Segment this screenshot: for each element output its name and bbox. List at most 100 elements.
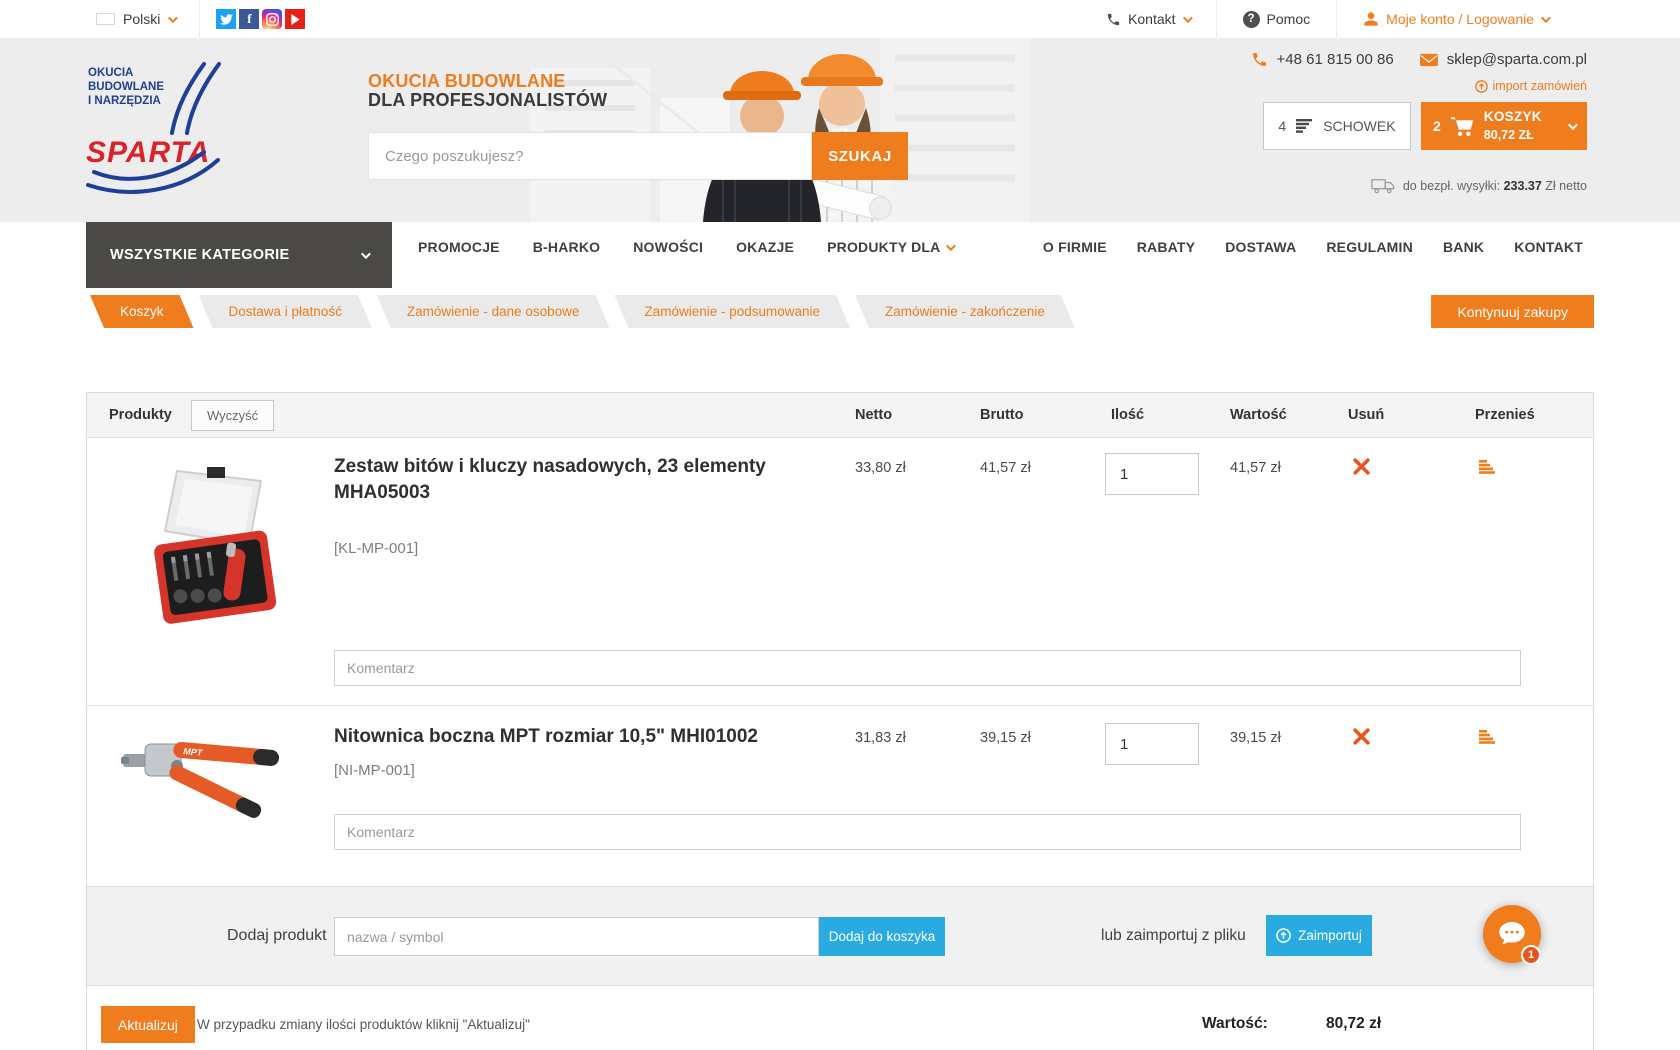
nav-item-o-firmie[interactable]: O FIRMIE [1043, 239, 1107, 255]
col-move: Przenieś [1475, 393, 1535, 438]
header: OKUCIA BUDOWLANE I NARZĘDZIA SPARTA OKUC… [0, 38, 1680, 222]
cart-label: KOSZYK [1484, 109, 1542, 124]
slogan-line2: DLA PROFESJONALISTÓW [368, 91, 607, 110]
col-netto: Netto [855, 393, 892, 438]
add-to-cart-button[interactable]: Dodaj do koszyka [819, 917, 945, 956]
topbar-right: Kontakt ? Pomoc Moje konto / Logowanie [1080, 0, 1574, 38]
product-code: [NI-MP-001] [334, 762, 415, 779]
language-selector[interactable]: Polski [96, 0, 200, 38]
add-product-label: Dodaj produkt [227, 927, 327, 945]
help-icon: ? [1243, 11, 1260, 28]
step-koszyk[interactable]: Koszyk [90, 295, 194, 328]
quantity-input[interactable] [1105, 453, 1199, 495]
all-categories-label: WSZYSTKIE KATEGORIE [110, 247, 289, 263]
col-products: Produkty [109, 393, 172, 438]
shipping-prefix: do bezpł. wysyłki: [1403, 179, 1504, 193]
sparta-logo[interactable]: OKUCIA BUDOWLANE I NARZĘDZIA SPARTA [86, 56, 226, 204]
chat-widget-button[interactable]: 1 [1483, 905, 1541, 963]
logo-brand: SPARTA [86, 136, 210, 169]
list-icon [1296, 119, 1313, 133]
nav-right: O FIRMIE RABATY DOSTAWA REGULAMIN BANK K… [1043, 222, 1583, 272]
schowek-label: SCHOWEK [1323, 118, 1395, 134]
cart-panel: Produkty Wyczyść Netto Brutto Ilość Wart… [86, 392, 1594, 1050]
line-total: 41,57 zł [1230, 460, 1281, 476]
update-cart-button[interactable]: Aktualizuj [101, 1006, 195, 1043]
chevron-down-icon [1541, 13, 1551, 23]
remove-item-button[interactable] [1351, 728, 1371, 748]
cart-row: Zestaw bitów i kluczy nasadowych, 23 ele… [87, 438, 1593, 706]
import-from-file-label: lub zaimportuj z pliku [1101, 927, 1246, 945]
nav-item-nowosci[interactable]: NOWOŚCI [633, 239, 703, 255]
line-total: 39,15 zł [1230, 730, 1281, 746]
product-title[interactable]: Zestaw bitów i kluczy nasadowych, 23 ele… [334, 454, 794, 506]
move-to-schowek-button[interactable] [1477, 458, 1497, 478]
remove-x-icon [1353, 458, 1370, 475]
cart-count: 2 [1433, 118, 1441, 134]
pomoc-link[interactable]: ? Pomoc [1216, 0, 1337, 38]
total-value: 80,72 zł [1326, 1015, 1381, 1033]
logo-line1: OKUCIA [88, 67, 133, 79]
nav-item-b-harko[interactable]: B-HARKO [533, 239, 601, 255]
chevron-down-icon [361, 249, 371, 259]
search-input[interactable] [368, 132, 812, 180]
page: Polski f Kontakt [0, 0, 1680, 1050]
phone-link[interactable]: +48 61 815 00 86 [1251, 51, 1394, 68]
step-dane-osobowe[interactable]: Zamówienie - dane osobowe [377, 295, 610, 328]
continue-shopping-button[interactable]: Kontynuuj zakupy [1431, 295, 1594, 328]
import-icon [1475, 80, 1488, 93]
cart-table-header: Produkty Wyczyść Netto Brutto Ilość Wart… [87, 393, 1593, 438]
language-label: Polski [123, 11, 160, 27]
facebook-icon[interactable]: f [239, 9, 259, 29]
kontakt-menu[interactable]: Kontakt [1080, 0, 1215, 38]
poland-flag-icon [96, 13, 115, 25]
search-bar: SZUKAJ [368, 132, 908, 180]
col-qty: Ilość [1111, 393, 1144, 438]
import-orders-label: import zamówień [1493, 79, 1587, 93]
clear-cart-button[interactable]: Wyczyść [191, 400, 274, 431]
step-dostawa[interactable]: Dostawa i płatność [199, 295, 372, 328]
quantity-input[interactable] [1105, 723, 1199, 765]
phone-icon [1106, 12, 1121, 27]
account-menu[interactable]: Moje konto / Logowanie [1336, 0, 1574, 38]
instagram-icon[interactable] [262, 9, 282, 29]
remove-item-button[interactable] [1351, 458, 1371, 478]
nav-item-bank[interactable]: BANK [1443, 239, 1484, 255]
search-button[interactable]: SZUKAJ [812, 132, 908, 180]
email-link[interactable]: sklep@sparta.com.pl [1420, 51, 1587, 68]
import-orders-link[interactable]: import zamówień [1475, 79, 1587, 93]
nav-item-promocje[interactable]: PROMOCJE [418, 239, 500, 255]
nav-item-kontakt[interactable]: KONTAKT [1514, 239, 1583, 255]
product-image-riveter[interactable]: MPT [121, 714, 293, 820]
step-podsumowanie[interactable]: Zamówienie - podsumowanie [614, 295, 850, 328]
comment-input[interactable] [334, 650, 1521, 686]
remove-x-icon [1353, 728, 1370, 745]
total-label: Wartość: [1202, 1015, 1268, 1033]
twitter-icon[interactable] [216, 9, 236, 29]
col-value: Wartość [1230, 393, 1287, 438]
shipping-suffix: Zł netto [1542, 179, 1587, 193]
add-product-section: Dodaj produkt Dodaj do koszyka lub zaimp… [87, 886, 1593, 986]
import-button[interactable]: Zaimportuj [1266, 915, 1372, 956]
youtube-icon[interactable] [285, 9, 305, 29]
comment-input[interactable] [334, 814, 1521, 850]
top-bar: Polski f Kontakt [0, 0, 1680, 38]
truck-icon [1371, 178, 1395, 194]
nav-item-regulamin[interactable]: REGULAMIN [1326, 239, 1413, 255]
hero-image [520, 38, 1030, 222]
nav-item-rabaty[interactable]: RABATY [1137, 239, 1196, 255]
cart-button[interactable]: 2 KOSZYK 80,72 ZŁ [1421, 102, 1587, 150]
cart-amount: 80,72 ZŁ [1484, 128, 1534, 142]
schowek-button[interactable]: 4 SCHOWEK [1263, 102, 1411, 150]
nav-item-produkty-dla[interactable]: PRODUKTY DLA [827, 239, 953, 255]
nav-item-dostawa[interactable]: DOSTAWA [1225, 239, 1296, 255]
product-image-bit-set[interactable] [147, 464, 287, 636]
pomoc-label: Pomoc [1267, 11, 1311, 27]
move-to-schowek-button[interactable] [1477, 728, 1497, 748]
shipping-value: 233.37 [1504, 179, 1542, 193]
brutto-value: 39,15 zł [980, 730, 1031, 746]
step-zakonczenie[interactable]: Zamówienie - zakończenie [855, 295, 1075, 328]
netto-value: 31,83 zł [855, 730, 906, 746]
nav-item-okazje[interactable]: OKAZJE [736, 239, 794, 255]
add-product-input[interactable] [334, 917, 819, 956]
all-categories-button[interactable]: WSZYSTKIE KATEGORIE [86, 222, 392, 288]
